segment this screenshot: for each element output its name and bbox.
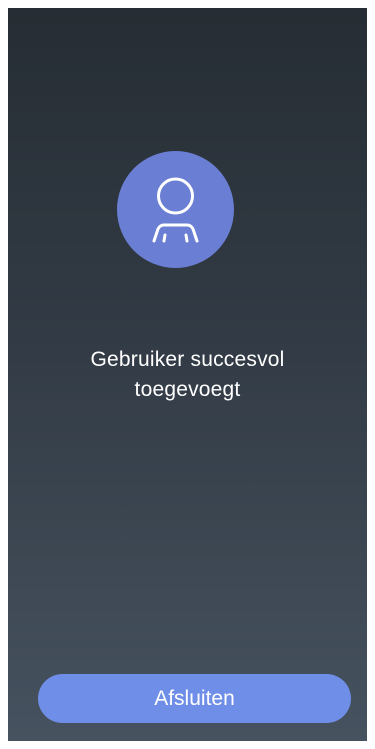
success-message-line-2: toegevoegt xyxy=(134,378,241,401)
user-icon xyxy=(152,177,199,243)
success-screen: Gebruiker succesvol toegevoegt Afsluiten xyxy=(8,8,367,741)
close-button[interactable]: Afsluiten xyxy=(38,674,351,723)
success-message: Gebruiker succesvol toegevoegt xyxy=(8,345,367,405)
success-message-line-1: Gebruiker succesvol xyxy=(90,348,285,371)
user-avatar-circle xyxy=(117,151,234,268)
